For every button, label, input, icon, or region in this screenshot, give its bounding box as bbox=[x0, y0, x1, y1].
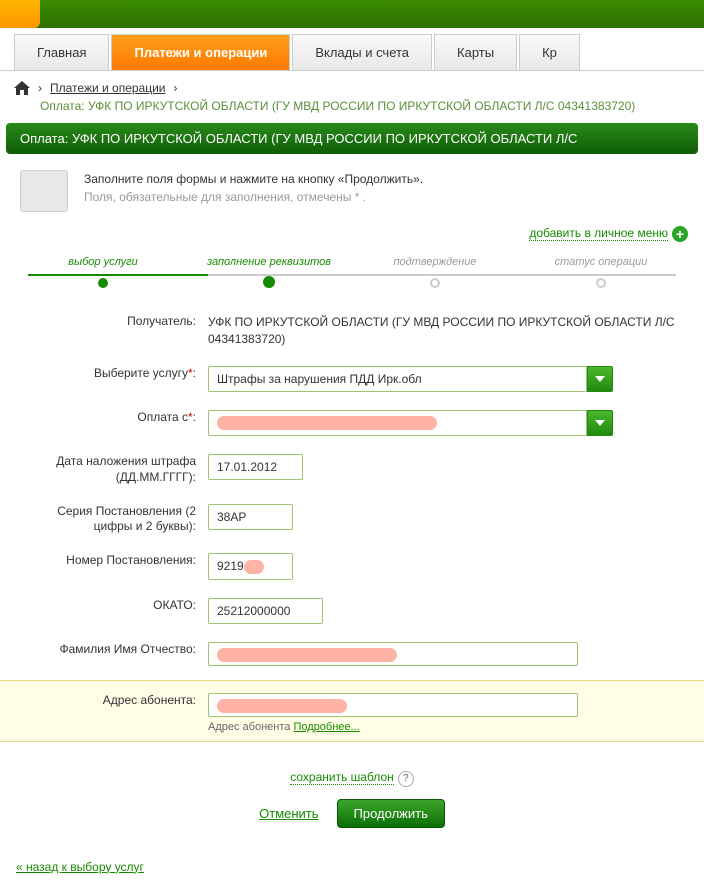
recipient-label: Получатель: bbox=[20, 310, 208, 330]
nav-tab-cards[interactable]: Карты bbox=[434, 34, 517, 70]
nav-tab-deposits[interactable]: Вклады и счета bbox=[292, 34, 432, 70]
recipient-value: УФК ПО ИРКУТСКОЙ ОБЛАСТИ (ГУ МВД РОССИИ … bbox=[208, 310, 684, 348]
series-label: Серия Постановления (2 цифры и 2 буквы): bbox=[20, 500, 208, 535]
okato-input[interactable] bbox=[208, 598, 323, 624]
okato-label: ОКАТО: bbox=[20, 594, 208, 614]
fine-date-label: Дата наложения штрафа (ДД.ММ.ГГГГ): bbox=[20, 450, 208, 485]
help-icon[interactable]: ? bbox=[398, 771, 414, 787]
number-label: Номер Постановления: bbox=[20, 549, 208, 569]
address-label: Адрес абонента: bbox=[20, 689, 208, 709]
instruction-block: Заполните поля формы и нажмите на кнопку… bbox=[0, 154, 704, 216]
breadcrumb-payments-link[interactable]: Платежи и операции bbox=[50, 81, 166, 95]
payment-form: Получатель: УФК ПО ИРКУТСКОЙ ОБЛАСТИ (ГУ… bbox=[0, 300, 704, 852]
address-note: Адрес абонента Подробнее... bbox=[208, 721, 684, 733]
nav-tab-home[interactable]: Главная bbox=[14, 34, 109, 70]
service-select-value: Штрафы за нарушения ПДД Ирк.обл bbox=[208, 366, 587, 392]
document-icon bbox=[20, 170, 68, 212]
pay-from-select-button[interactable] bbox=[587, 410, 613, 437]
breadcrumb-sep: › bbox=[174, 81, 178, 95]
add-to-menu-link[interactable]: добавить в личное меню bbox=[529, 226, 668, 241]
logo-badge bbox=[0, 0, 40, 28]
step-4: статус операции bbox=[518, 256, 684, 286]
add-to-menu: добавить в личное меню + bbox=[0, 216, 704, 246]
breadcrumb-current: Оплата: УФК ПО ИРКУТСКОЙ ОБЛАСТИ (ГУ МВД… bbox=[0, 99, 704, 123]
pay-from-label: Оплата с*: bbox=[20, 406, 208, 426]
progress-stepper: выбор услуги заполнение реквизитов подтв… bbox=[0, 246, 704, 300]
step-2: заполнение реквизитов bbox=[186, 256, 352, 286]
save-template-link[interactable]: сохранить шаблон bbox=[290, 770, 394, 785]
fio-label: Фамилия Имя Отчество: bbox=[20, 638, 208, 658]
breadcrumb-sep: › bbox=[38, 81, 42, 95]
top-header bbox=[0, 0, 704, 28]
plus-icon[interactable]: + bbox=[672, 226, 688, 242]
home-icon[interactable] bbox=[14, 81, 30, 95]
series-input[interactable] bbox=[208, 504, 293, 530]
fio-input[interactable] bbox=[208, 642, 578, 666]
pay-from-select[interactable] bbox=[208, 410, 613, 437]
address-input[interactable] bbox=[208, 693, 578, 717]
continue-button[interactable]: Продолжить bbox=[337, 799, 445, 828]
address-more-link[interactable]: Подробнее... bbox=[293, 721, 359, 733]
pay-from-select-value bbox=[208, 410, 587, 437]
back-link[interactable]: « назад к выбору услуг bbox=[16, 860, 144, 874]
step-1: выбор услуги bbox=[20, 256, 186, 286]
service-select[interactable]: Штрафы за нарушения ПДД Ирк.обл bbox=[208, 366, 613, 392]
page-title: Оплата: УФК ПО ИРКУТСКОЙ ОБЛАСТИ (ГУ МВД… bbox=[6, 123, 698, 154]
main-nav: Главная Платежи и операции Вклады и счет… bbox=[0, 34, 704, 71]
nav-tab-credits[interactable]: Кр bbox=[519, 34, 580, 70]
cancel-button[interactable]: Отменить bbox=[259, 806, 318, 821]
breadcrumb: › Платежи и операции › bbox=[0, 71, 704, 99]
instruction-line1: Заполните поля формы и нажмите на кнопку… bbox=[84, 170, 423, 188]
step-3: подтверждение bbox=[352, 256, 518, 286]
nav-tab-payments[interactable]: Платежи и операции bbox=[111, 34, 290, 70]
service-label: Выберите услугу*: bbox=[20, 362, 208, 382]
fine-date-input[interactable] bbox=[208, 454, 303, 480]
instruction-line2: Поля, обязательные для заполнения, отмеч… bbox=[84, 188, 423, 206]
service-select-button[interactable] bbox=[587, 366, 613, 392]
number-input[interactable]: 9219 bbox=[208, 553, 293, 580]
